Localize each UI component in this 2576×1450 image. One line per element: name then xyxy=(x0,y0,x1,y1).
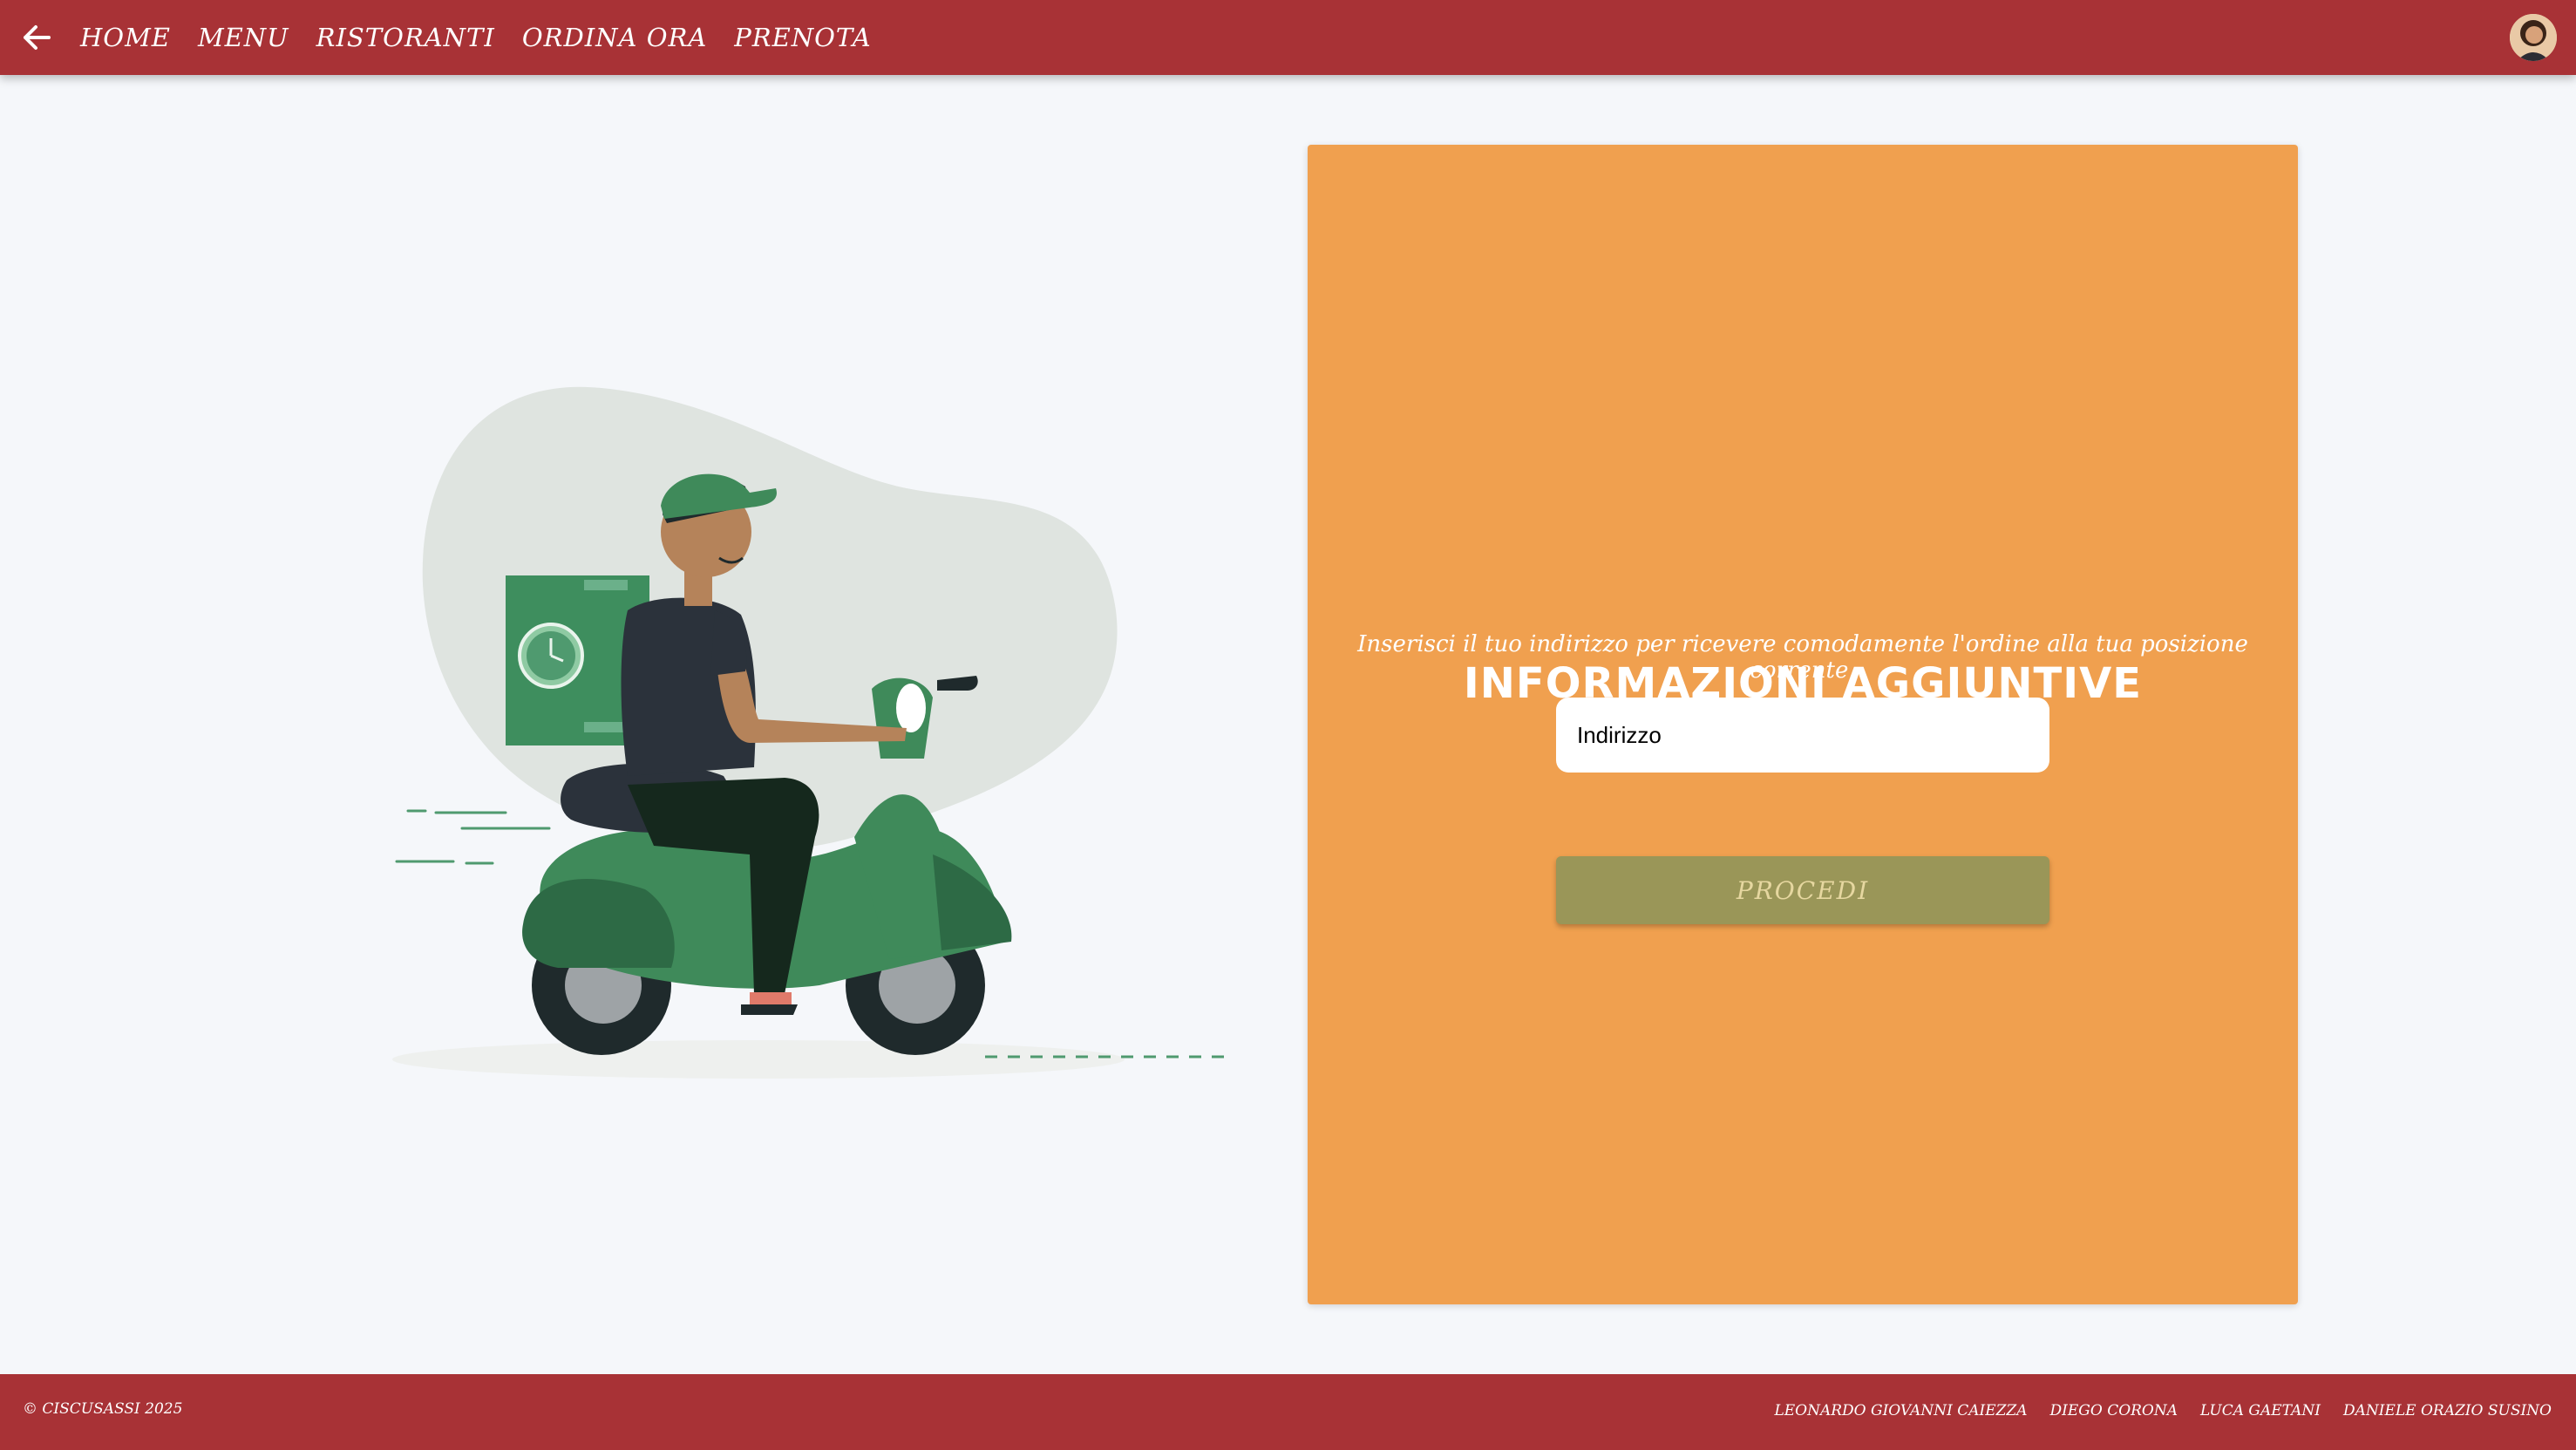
nav-menu[interactable]: MENU xyxy=(198,23,289,52)
copyright-text: © CISCUSASSI 2025 xyxy=(23,1400,183,1418)
author-name: DANIELE ORAZIO SUSINO xyxy=(2342,1402,2552,1419)
main-nav: HOME MENU RISTORANTI ORDINA ORA PRENOTA xyxy=(80,0,899,75)
proceed-button[interactable]: PROCEDI xyxy=(1556,856,2049,924)
arrow-left-icon xyxy=(24,25,51,50)
user-avatar[interactable] xyxy=(2510,14,2557,61)
back-button[interactable] xyxy=(17,18,56,57)
nav-home[interactable]: HOME xyxy=(80,23,171,52)
authors-list: LEONARDO GIOVANNI CAIEZZA DIEGO CORONA L… xyxy=(1751,1402,2552,1419)
author-name: LUCA GAETANI xyxy=(2200,1402,2321,1419)
avatar-icon xyxy=(2510,14,2557,61)
nav-ristoranti[interactable]: RISTORANTI xyxy=(316,23,495,52)
nav-ordina-ora[interactable]: ORDINA ORA xyxy=(522,23,707,52)
author-name: LEONARDO GIOVANNI CAIEZZA xyxy=(1774,1402,2028,1419)
card-subtitle: Inserisci il tuo indirizzo per ricevere … xyxy=(1357,631,2248,684)
delivery-scooter-illustration xyxy=(392,386,1229,1079)
nav-prenota[interactable]: PRENOTA xyxy=(734,23,871,52)
top-navbar: HOME MENU RISTORANTI ORDINA ORA PRENOTA xyxy=(0,0,2576,75)
address-input[interactable] xyxy=(1556,698,2049,773)
footer: © CISCUSASSI 2025 LEONARDO GIOVANNI CAIE… xyxy=(0,1374,2576,1450)
additional-info-card: INFORMAZIONI AGGIUNTIVE Inserisci il tuo… xyxy=(1308,145,2298,1304)
author-name: DIEGO CORONA xyxy=(2049,1402,2178,1419)
